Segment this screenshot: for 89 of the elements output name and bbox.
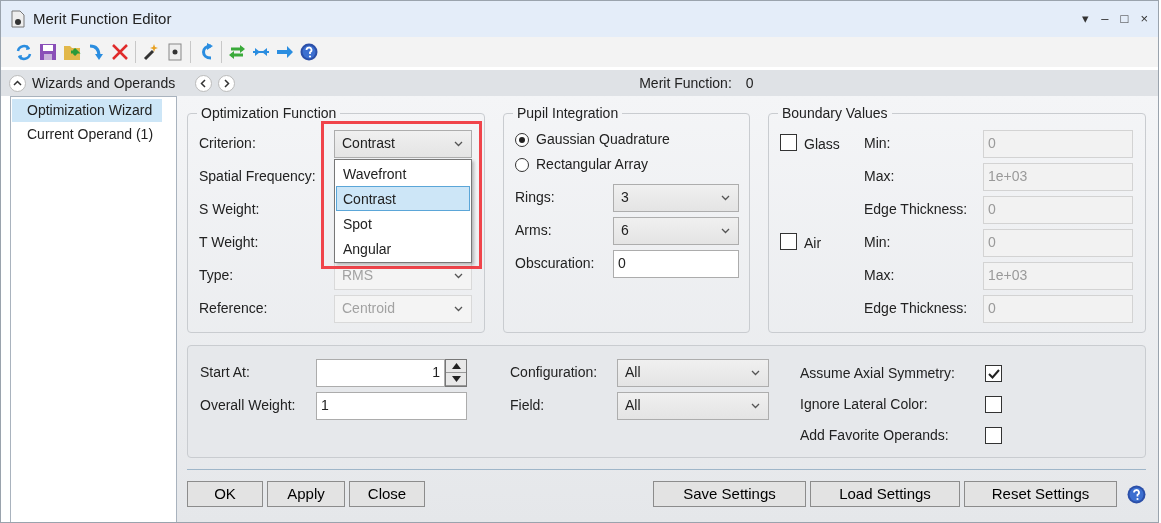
maximize-button[interactable]: □ bbox=[1120, 9, 1129, 29]
field-label: Overall Weight: bbox=[200, 396, 297, 415]
arrow-right-icon[interactable] bbox=[276, 43, 294, 61]
dropdown[interactable]: Contrast bbox=[334, 129, 472, 158]
device-icon[interactable] bbox=[166, 43, 184, 61]
caret-down-icon bbox=[451, 375, 461, 382]
dialog-button[interactable]: Save Settings bbox=[653, 481, 806, 507]
caret-icon bbox=[721, 194, 730, 201]
checkbox[interactable] bbox=[780, 134, 797, 152]
field-label: Edge Thickness: bbox=[864, 200, 969, 220]
swap-arrows-icon[interactable] bbox=[228, 43, 246, 61]
field-label: Arms: bbox=[515, 221, 553, 241]
field-label: Max: bbox=[864, 167, 896, 187]
sidebar-item[interactable]: Optimization Wizard bbox=[12, 99, 162, 122]
dropdown-option[interactable]: Spot bbox=[336, 210, 470, 236]
field-label: Obscuration: bbox=[515, 254, 596, 274]
window-title: Merit Function Editor bbox=[33, 8, 172, 29]
document-icon bbox=[11, 10, 25, 28]
dropdown[interactable]: All bbox=[617, 391, 769, 420]
arrow-down-icon[interactable] bbox=[87, 43, 105, 61]
radio-label: Rectangular Array bbox=[536, 155, 649, 175]
refresh-icon[interactable] bbox=[15, 43, 33, 61]
field-label: Spatial Frequency: bbox=[199, 167, 317, 187]
check-icon bbox=[987, 368, 1000, 379]
dialog-button[interactable]: Load Settings bbox=[810, 481, 960, 507]
caret-icon bbox=[721, 227, 730, 234]
checkbox[interactable] bbox=[985, 396, 1002, 413]
close-icon[interactable] bbox=[111, 43, 129, 61]
caret-icon bbox=[751, 369, 760, 376]
dropdown-option[interactable]: Wavefront bbox=[336, 160, 470, 186]
caret-icon bbox=[454, 305, 463, 312]
field-label: Type: bbox=[199, 266, 235, 286]
field-label: Field: bbox=[510, 396, 546, 415]
field-label: Min: bbox=[864, 233, 892, 253]
radio-button[interactable] bbox=[515, 157, 529, 172]
checkbox[interactable] bbox=[985, 365, 1002, 382]
dialog-button[interactable]: Close bbox=[349, 481, 425, 507]
field-label: Reference: bbox=[199, 299, 269, 319]
caret-icon bbox=[454, 140, 463, 147]
field-label: S Weight: bbox=[199, 200, 261, 220]
collapse-icon[interactable] bbox=[9, 74, 26, 92]
merit-label: Merit Function: bbox=[639, 73, 732, 93]
help-icon[interactable] bbox=[300, 43, 318, 61]
field-label: Rings: bbox=[515, 188, 556, 208]
group-title: Boundary Values bbox=[781, 106, 889, 122]
field-label: Configuration: bbox=[510, 363, 599, 382]
minimize-button[interactable]: – bbox=[1101, 9, 1109, 29]
dialog-button[interactable]: OK bbox=[187, 481, 263, 507]
dropdown-option[interactable]: Contrast bbox=[336, 185, 470, 211]
checkbox-label: Assume Axial Symmetry: bbox=[800, 364, 956, 383]
checkbox-label: Add Favorite Operands: bbox=[800, 426, 950, 445]
field-label: Start At: bbox=[200, 363, 251, 382]
previous-icon[interactable] bbox=[195, 74, 213, 92]
panel-title: Wizards and Operands bbox=[32, 73, 176, 93]
caret-up-icon bbox=[451, 362, 461, 369]
field-label: Min: bbox=[864, 134, 892, 154]
number-field[interactable]: 1 bbox=[316, 358, 445, 387]
dropdown-option[interactable]: Angular bbox=[336, 235, 470, 261]
checkbox-label: Air bbox=[804, 234, 822, 254]
checkbox-label: Ignore Lateral Color: bbox=[800, 395, 929, 414]
input-field[interactable]: 0 bbox=[613, 249, 739, 278]
next-icon[interactable] bbox=[218, 74, 236, 92]
field-label: Edge Thickness: bbox=[864, 299, 969, 319]
input-field[interactable]: 1 bbox=[316, 391, 467, 420]
help-icon[interactable] bbox=[1127, 484, 1146, 504]
field-label: T Weight: bbox=[199, 233, 260, 253]
close-button[interactable]: × bbox=[1140, 9, 1148, 29]
dialog-button[interactable]: Reset Settings bbox=[964, 481, 1117, 507]
menu-caret-icon[interactable]: ▾ bbox=[1082, 9, 1090, 29]
save-icon[interactable] bbox=[39, 43, 57, 61]
radio-label: Gaussian Quadrature bbox=[536, 130, 670, 150]
checkbox[interactable] bbox=[780, 233, 797, 251]
radio-button[interactable] bbox=[515, 132, 529, 147]
checkbox[interactable] bbox=[985, 427, 1002, 444]
field-label: Criterion: bbox=[199, 134, 257, 154]
caret-icon bbox=[454, 272, 463, 279]
field-label: Max: bbox=[864, 266, 896, 286]
wand-icon[interactable] bbox=[142, 43, 160, 61]
dialog-button[interactable]: Apply bbox=[267, 481, 345, 507]
checkbox-label: Glass bbox=[804, 135, 840, 155]
sidebar-item[interactable]: Current Operand (1) bbox=[12, 123, 162, 146]
dropdown[interactable]: 6 bbox=[613, 216, 739, 245]
merit-value: 0 bbox=[745, 73, 754, 93]
dropdown[interactable]: All bbox=[617, 358, 769, 387]
group-title: Pupil Integration bbox=[516, 106, 620, 122]
folder-icon[interactable] bbox=[63, 43, 81, 61]
caret-icon bbox=[751, 402, 760, 409]
dropdown[interactable]: 3 bbox=[613, 183, 739, 212]
group-title: Optimization Function bbox=[200, 106, 338, 122]
